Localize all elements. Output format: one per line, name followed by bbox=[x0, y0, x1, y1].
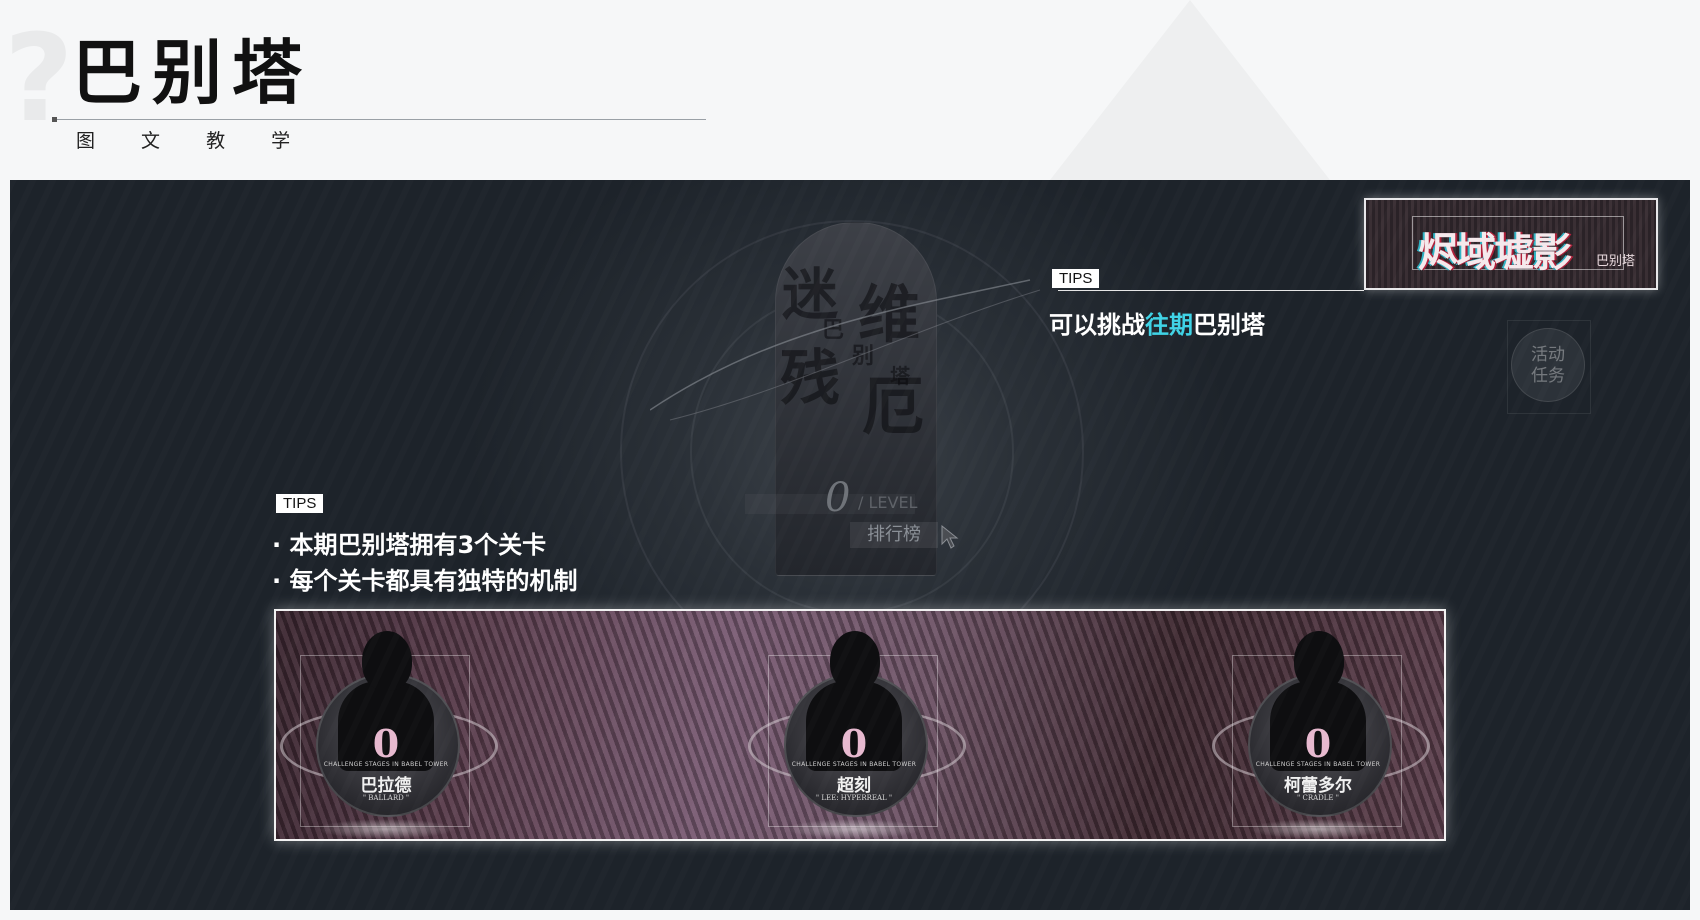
page-title: 巴别塔 bbox=[72, 32, 312, 114]
tower-level-value: 0 bbox=[825, 475, 851, 521]
stage-english-name: " LEE: HYPERREAL " bbox=[815, 794, 893, 802]
tips-line-1: · 本期巴别塔拥有3个关卡 bbox=[272, 531, 547, 559]
tower-level-unit: / LEVEL bbox=[858, 493, 918, 512]
decor-shape bbox=[1050, 0, 1330, 180]
event-banner-title: 烬域墟影 bbox=[1418, 229, 1572, 276]
tips-text-part: 巴别塔 bbox=[1193, 311, 1265, 339]
tips-tag-left: TIPS bbox=[276, 494, 324, 513]
tips-connector-line bbox=[1058, 290, 1364, 291]
stage-progress-value: 0 bbox=[372, 721, 400, 766]
stage-name: 巴拉德 bbox=[360, 776, 412, 796]
tips-tag-top: TIPS bbox=[1052, 269, 1100, 288]
leaderboard-button[interactable]: 排行榜 bbox=[850, 522, 938, 548]
event-banner-button[interactable]: 烬域墟影 巴别塔 bbox=[1364, 198, 1658, 290]
stage-glow-base bbox=[784, 819, 924, 839]
stage-progress-value: 0 bbox=[840, 721, 868, 766]
page-subtitle: 图 文 教 学 bbox=[76, 130, 311, 152]
boss-silhouette-head bbox=[830, 631, 880, 691]
stage-glow-base bbox=[1248, 819, 1388, 839]
tower-thread-decor bbox=[650, 279, 1041, 421]
stage-caption: CHALLENGE STAGES IN BABEL TOWER bbox=[791, 761, 917, 768]
activity-label-line1: 活动 bbox=[1531, 345, 1565, 365]
stage-english-name: " CRADLE " bbox=[1297, 794, 1339, 802]
stage-progress-value: 0 bbox=[1304, 721, 1332, 766]
tips-text-part: 可以挑战 bbox=[1049, 311, 1145, 339]
boss-silhouette-head bbox=[362, 631, 412, 691]
title-divider bbox=[52, 117, 706, 122]
cursor-icon bbox=[941, 524, 959, 549]
stage-english-name: " BALLARD " bbox=[362, 794, 410, 802]
stage-name: 超刻 bbox=[837, 776, 871, 796]
stage-selection-strip: 0 CHALLENGE STAGES IN BABEL TOWER 巴拉德 " … bbox=[274, 609, 1446, 841]
boss-silhouette-head bbox=[1294, 631, 1344, 691]
stage-card-hyperreal[interactable]: 0 CHALLENGE STAGES IN BABEL TOWER 超刻 " L… bbox=[748, 611, 966, 839]
stage-caption: CHALLENGE STAGES IN BABEL TOWER bbox=[1255, 761, 1381, 768]
stage-name: 柯蕾多尔 bbox=[1284, 776, 1352, 796]
tips-text-top: 可以挑战往期巴别塔 bbox=[1049, 305, 1265, 340]
stage-card-cradle[interactable]: 0 CHALLENGE STAGES IN BABEL TOWER 柯蕾多尔 "… bbox=[1212, 611, 1430, 839]
tips-line-2: · 每个关卡都具有独特的机制 bbox=[272, 567, 578, 595]
activity-task-button[interactable]: 活动 任务 bbox=[1511, 328, 1585, 402]
game-screenshot-panel: 迷 巴 别 塔 残 维 厄 0 / LEVEL 排行榜 TIPS 可以挑战往期巴… bbox=[10, 180, 1690, 910]
stage-caption: CHALLENGE STAGES IN BABEL TOWER bbox=[323, 761, 449, 768]
event-banner-subtitle: 巴别塔 bbox=[1596, 254, 1636, 269]
tips-text-highlight: 往期 bbox=[1145, 311, 1193, 339]
question-mark-icon: ? bbox=[4, 10, 74, 149]
activity-label-line2: 任务 bbox=[1531, 366, 1565, 386]
stage-glow-base bbox=[316, 819, 456, 839]
stage-card-ballard[interactable]: 0 CHALLENGE STAGES IN BABEL TOWER 巴拉德 " … bbox=[280, 611, 498, 839]
